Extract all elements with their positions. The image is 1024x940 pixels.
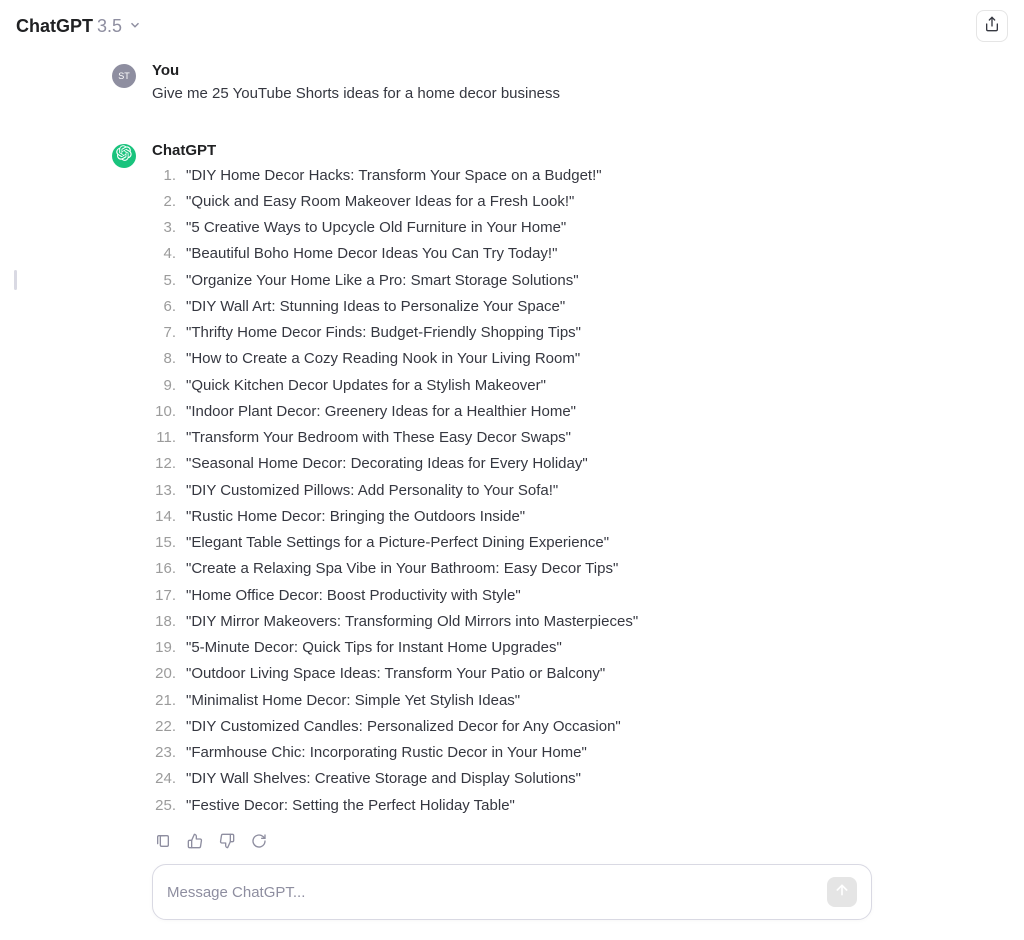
list-item: "5-Minute Decor: Quick Tips for Instant … [152,635,912,661]
assistant-label: ChatGPT [152,142,912,159]
clipboard-icon [155,833,171,854]
thumbs-up-button[interactable] [186,835,204,853]
list-item: "Elegant Table Settings for a Picture-Pe… [152,530,912,556]
conversation: ST You Give me 25 YouTube Shorts ideas f… [52,56,972,859]
share-button[interactable] [976,10,1008,42]
list-item: "Thrifty Home Decor Finds: Budget-Friend… [152,320,912,346]
refresh-icon [251,833,267,854]
thumbs-up-icon [187,833,203,854]
ideas-list: "DIY Home Decor Hacks: Transform Your Sp… [152,163,912,819]
user-message: ST You Give me 25 YouTube Shorts ideas f… [112,56,912,112]
list-item: "DIY Customized Pillows: Add Personality… [152,478,912,504]
assistant-message-content: ChatGPT "DIY Home Decor Hacks: Transform… [152,142,912,853]
chatgpt-logo-icon [116,145,132,166]
message-actions [154,835,912,853]
share-icon [984,16,1000,37]
model-name: ChatGPT [16,16,93,37]
list-item: "Beautiful Boho Home Decor Ideas You Can… [152,241,912,267]
list-item: "Farmhouse Chic: Incorporating Rustic De… [152,740,912,766]
sidebar-toggle-handle[interactable] [14,270,17,290]
user-message-text: Give me 25 YouTube Shorts ideas for a ho… [152,83,912,106]
send-button[interactable] [827,877,857,907]
list-item: "Quick and Easy Room Makeover Ideas for … [152,189,912,215]
list-item: "Organize Your Home Like a Pro: Smart St… [152,268,912,294]
regenerate-button[interactable] [250,835,268,853]
chatgpt-avatar [112,144,136,168]
user-avatar: ST [112,64,136,88]
chevron-down-icon [128,16,142,37]
assistant-message: ChatGPT "DIY Home Decor Hacks: Transform… [112,136,912,859]
message-input-container [152,864,872,920]
list-item: "Indoor Plant Decor: Greenery Ideas for … [152,399,912,425]
header: ChatGPT 3.5 [0,0,1024,52]
copy-button[interactable] [154,835,172,853]
list-item: "DIY Home Decor Hacks: Transform Your Sp… [152,163,912,189]
model-version: 3.5 [97,16,122,37]
user-label: You [152,62,912,79]
list-item: "Rustic Home Decor: Bringing the Outdoor… [152,504,912,530]
message-input[interactable] [167,884,827,901]
list-item: "Seasonal Home Decor: Decorating Ideas f… [152,451,912,477]
list-item: "Transform Your Bedroom with These Easy … [152,425,912,451]
list-item: "DIY Wall Art: Stunning Ideas to Persona… [152,294,912,320]
thumbs-down-icon [219,833,235,854]
user-avatar-initials: ST [118,71,130,81]
list-item: "5 Creative Ways to Upcycle Old Furnitur… [152,215,912,241]
list-item: "DIY Mirror Makeovers: Transforming Old … [152,609,912,635]
list-item: "Outdoor Living Space Ideas: Transform Y… [152,661,912,687]
list-item: "How to Create a Cozy Reading Nook in Yo… [152,346,912,372]
user-message-content: You Give me 25 YouTube Shorts ideas for … [152,62,912,106]
list-item: "Create a Relaxing Spa Vibe in Your Bath… [152,556,912,582]
arrow-up-icon [834,882,850,903]
list-item: "DIY Wall Shelves: Creative Storage and … [152,766,912,792]
message-input-box[interactable] [152,864,872,920]
list-item: "Home Office Decor: Boost Productivity w… [152,583,912,609]
list-item: "Quick Kitchen Decor Updates for a Styli… [152,373,912,399]
model-selector[interactable]: ChatGPT 3.5 [16,16,142,37]
list-item: "Festive Decor: Setting the Perfect Holi… [152,793,912,819]
thumbs-down-button[interactable] [218,835,236,853]
list-item: "Minimalist Home Decor: Simple Yet Styli… [152,688,912,714]
list-item: "DIY Customized Candles: Personalized De… [152,714,912,740]
